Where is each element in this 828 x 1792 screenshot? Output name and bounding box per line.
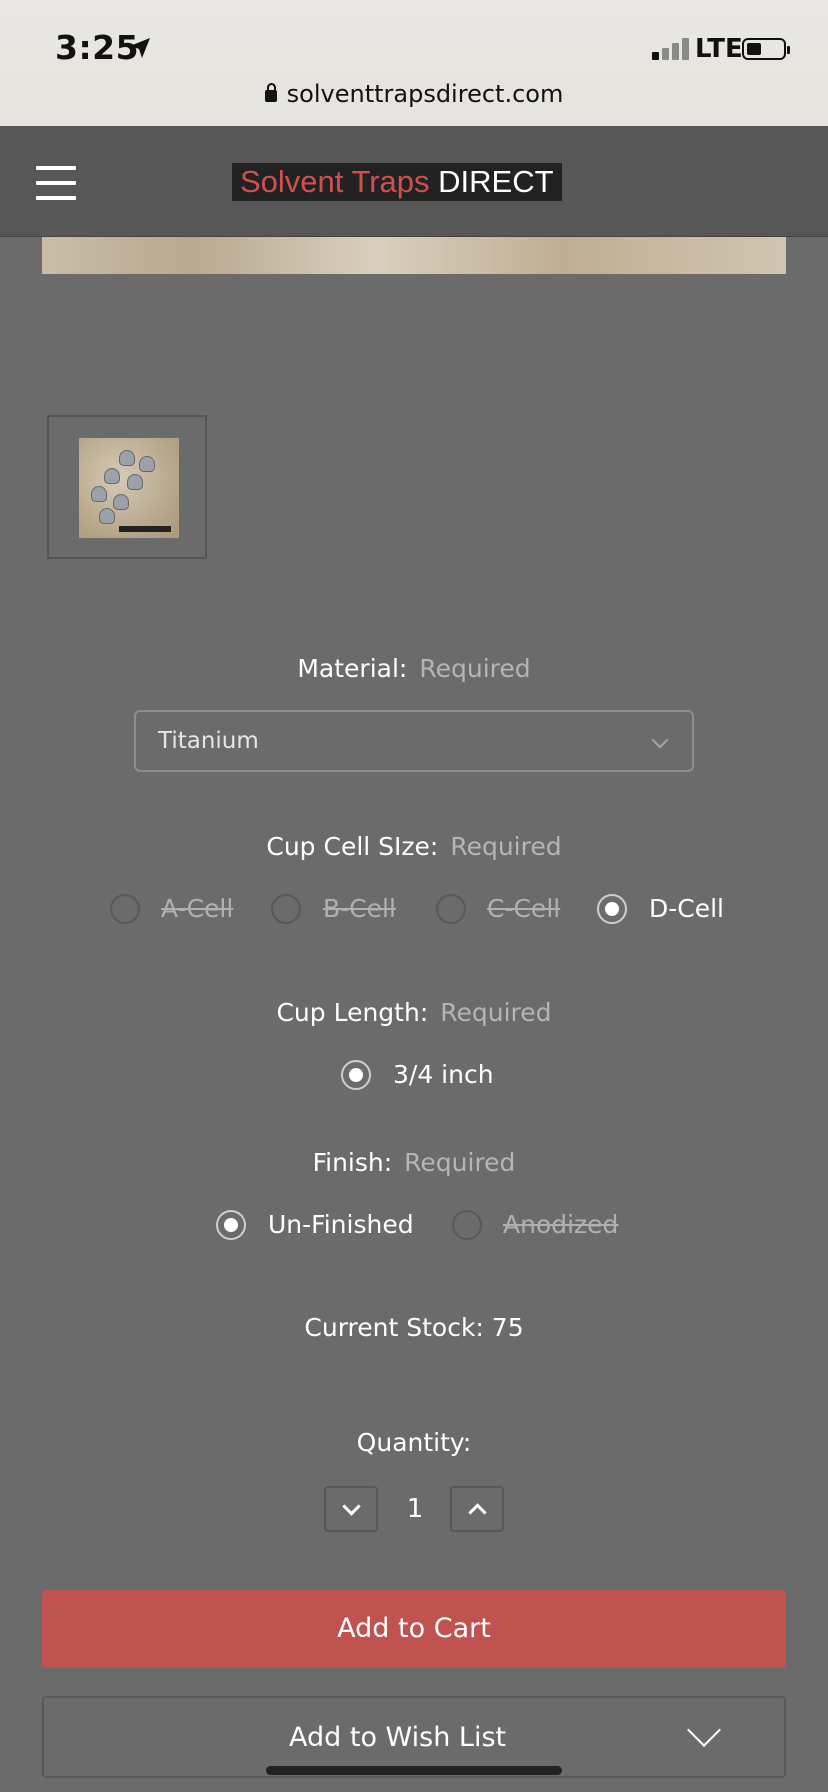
radio-label-c-cell[interactable]: C-Cell (487, 894, 560, 923)
battery-icon (742, 38, 790, 60)
cup-cell-size-required: Required (450, 832, 562, 861)
url-text: solventtrapsdirect.com (286, 80, 564, 108)
lock-icon (264, 83, 277, 102)
material-required: Required (419, 654, 531, 683)
logo-text-secondary: DIRECT (438, 164, 554, 199)
cup-length-required: Required (440, 998, 552, 1027)
radio-label-anodized[interactable]: Anodized (503, 1210, 618, 1239)
radio-c-cell[interactable] (436, 894, 466, 924)
radio-a-cell[interactable] (110, 894, 140, 924)
logo-text-primary: Solvent Traps (240, 164, 430, 199)
quantity-increase-button[interactable] (450, 1486, 504, 1532)
radio-label-b-cell[interactable]: B-Cell (323, 894, 396, 923)
radio-d-cell[interactable] (597, 894, 627, 924)
location-arrow-icon (130, 38, 150, 58)
material-selected-value: Titanium (158, 728, 259, 754)
current-stock: Current Stock: 75 (304, 1313, 524, 1342)
material-label: Material: (297, 654, 408, 683)
status-time: 3:25 (55, 28, 140, 67)
signal-icon (652, 38, 690, 60)
add-to-cart-button[interactable]: Add to Cart (42, 1590, 786, 1668)
radio-label-un-finished[interactable]: Un-Finished (268, 1210, 414, 1239)
thumbnail-image (79, 438, 179, 538)
quantity-label: Quantity: (356, 1428, 472, 1457)
network-type: LTE (695, 34, 743, 64)
radio-label-three-quarter-inch[interactable]: 3/4 inch (393, 1060, 494, 1089)
chevron-up-icon (468, 1503, 487, 1522)
home-indicator (266, 1766, 562, 1775)
radio-label-d-cell[interactable]: D-Cell (649, 894, 724, 923)
chevron-down-icon (342, 1497, 361, 1516)
hamburger-menu-icon[interactable] (36, 166, 76, 200)
chevron-down-icon (651, 731, 669, 749)
product-main-image[interactable] (42, 237, 786, 274)
add-to-wishlist-label: Add to Wish List (289, 1722, 507, 1753)
finish-required: Required (404, 1148, 516, 1177)
status-bar: 3:25 LTE solventtrapsdirect.com (0, 0, 828, 126)
chevron-down-icon[interactable] (687, 1713, 721, 1747)
cup-length-label: Cup Length: (276, 998, 429, 1027)
finish-label: Finish: (312, 1148, 393, 1177)
material-label-row: Material: Required (0, 654, 828, 683)
radio-un-finished[interactable] (216, 1210, 246, 1240)
radio-anodized[interactable] (452, 1210, 482, 1240)
cup-cell-size-label-row: Cup Cell SIze: Required (0, 832, 828, 861)
radio-label-a-cell[interactable]: A-Cell (161, 894, 233, 923)
address-bar[interactable]: solventtrapsdirect.com (0, 80, 828, 108)
quantity-value[interactable]: 1 (395, 1494, 435, 1524)
site-logo[interactable]: Solvent Traps DIRECT (232, 163, 562, 201)
cup-length-label-row: Cup Length: Required (0, 998, 828, 1027)
radio-three-quarter-inch[interactable] (341, 1060, 371, 1090)
cup-cell-size-label: Cup Cell SIze: (266, 832, 439, 861)
quantity-decrease-button[interactable] (324, 1486, 378, 1532)
radio-b-cell[interactable] (271, 894, 301, 924)
finish-label-row: Finish: Required (0, 1148, 828, 1177)
material-select[interactable]: Titanium (134, 710, 694, 772)
product-thumbnail[interactable] (47, 415, 207, 559)
